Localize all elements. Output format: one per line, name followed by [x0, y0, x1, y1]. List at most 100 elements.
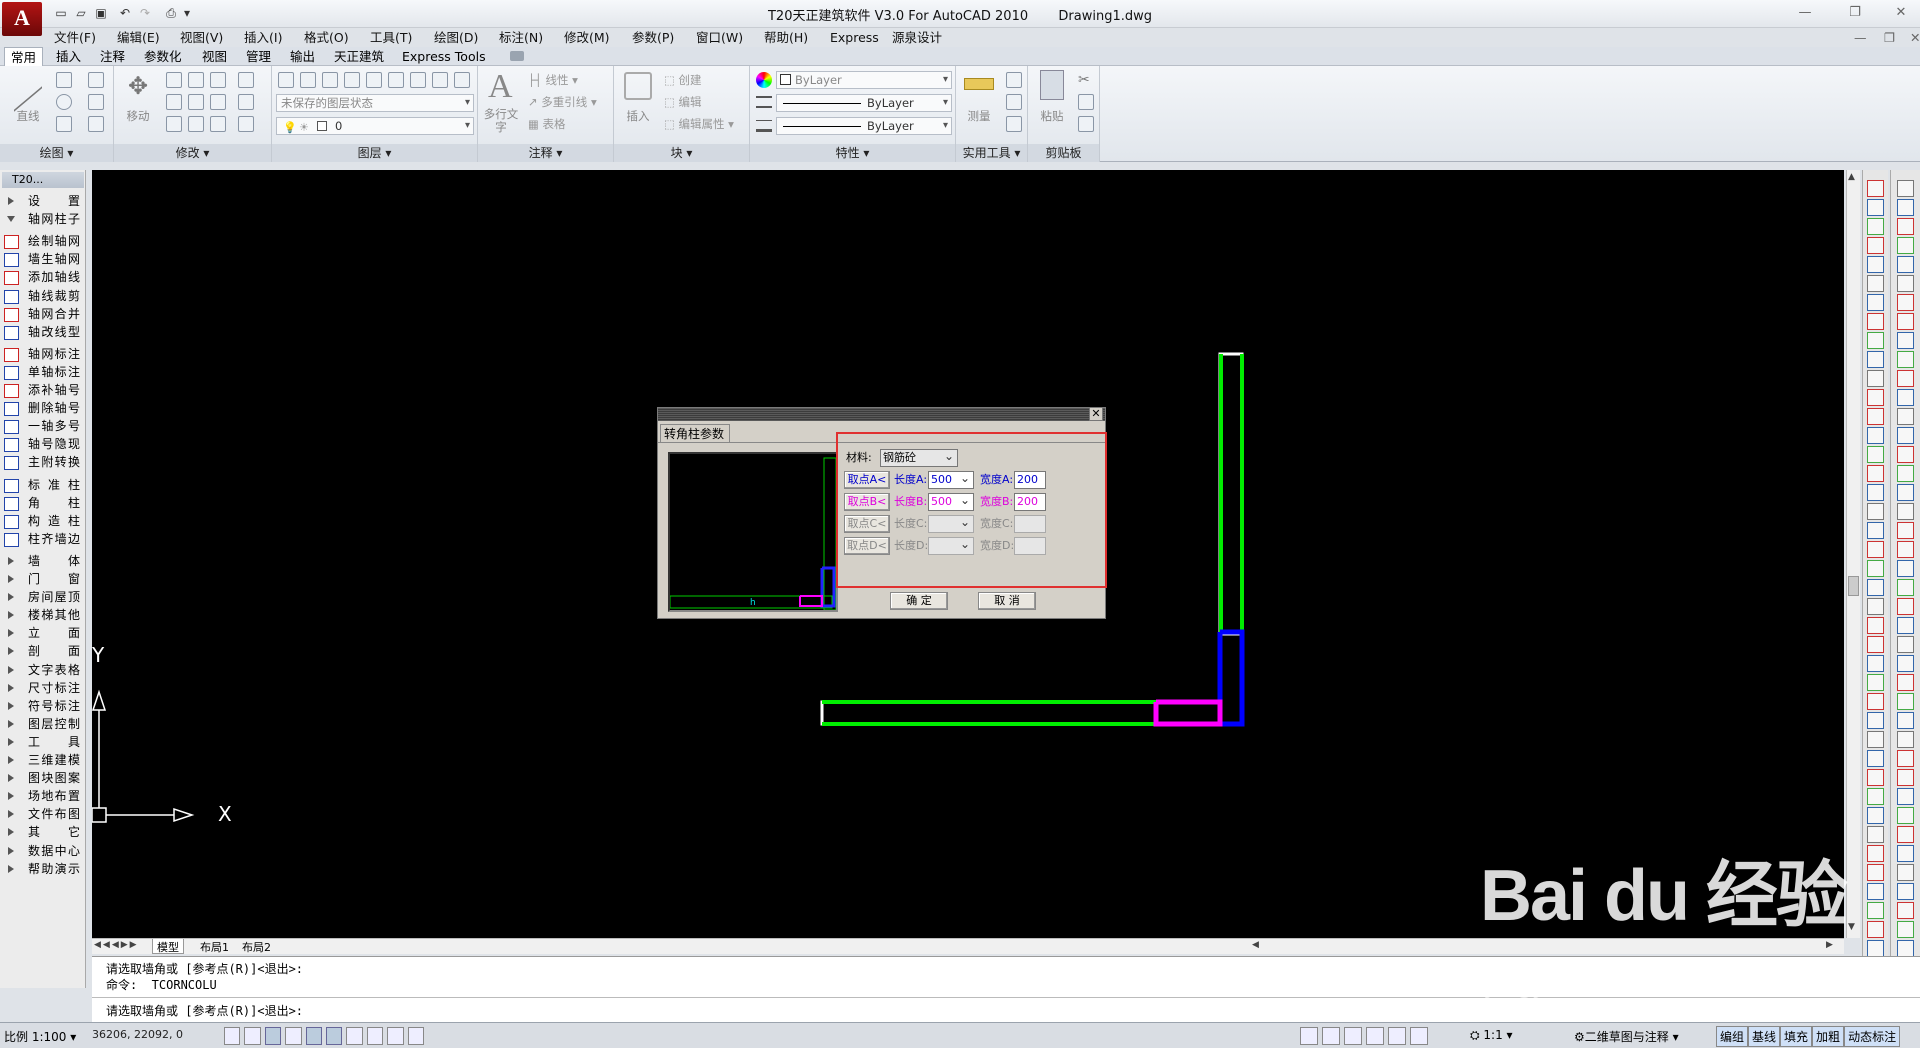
- copy-icon[interactable]: [1078, 94, 1094, 110]
- palette-item[interactable]: 柱齐墙边: [4, 530, 84, 548]
- tangent-tool-icon[interactable]: [1867, 256, 1884, 273]
- tangent-tool-icon[interactable]: [1897, 769, 1914, 786]
- osnap-toggle-icon[interactable]: [305, 1027, 323, 1045]
- tangent-tool-icon[interactable]: [1867, 940, 1884, 957]
- layer-prev-icon[interactable]: [432, 72, 448, 88]
- tangent-tool-icon[interactable]: [1897, 864, 1914, 881]
- palette-item[interactable]: 文字表格: [4, 661, 84, 679]
- tangent-tool-icon[interactable]: [1897, 332, 1914, 349]
- tangent-tool-icon[interactable]: [1867, 313, 1884, 330]
- tangent-tool-icon[interactable]: [1867, 845, 1884, 862]
- stretch-icon[interactable]: [238, 94, 254, 110]
- palette-item[interactable]: 帮助演示: [4, 860, 84, 878]
- mleader-button[interactable]: ↗ 多重引线 ▾: [528, 94, 597, 110]
- tangent-tool-icon[interactable]: [1897, 370, 1914, 387]
- palette-item[interactable]: 删除轴号: [4, 399, 84, 417]
- tangent-tool-icon[interactable]: [1897, 902, 1914, 919]
- layout-nav-icons[interactable]: ◀◀◀▶▶: [94, 940, 139, 950]
- pan-icon[interactable]: [1344, 1027, 1362, 1045]
- tangent-tool-icon[interactable]: [1897, 446, 1914, 463]
- tab-parametric[interactable]: 参数化: [138, 47, 188, 66]
- tangent-tool-icon[interactable]: [1897, 256, 1914, 273]
- tangent-tool-icon[interactable]: [1867, 655, 1884, 672]
- tangent-tool-icon[interactable]: [1897, 541, 1914, 558]
- tangent-tool-icon[interactable]: [1897, 408, 1914, 425]
- tangent-tool-icon[interactable]: [1897, 351, 1914, 368]
- panel-layers-title[interactable]: 图层 ▾: [272, 144, 477, 162]
- tab-model[interactable]: 模型: [152, 939, 184, 954]
- layer-walk-icon[interactable]: [454, 72, 470, 88]
- tangent-tool-icon[interactable]: [1867, 579, 1884, 596]
- tab-output[interactable]: 输出: [284, 47, 321, 66]
- tangent-tool-icon[interactable]: [1867, 408, 1884, 425]
- tangent-tool-icon[interactable]: [1867, 636, 1884, 653]
- calculator-icon[interactable]: [1006, 116, 1022, 132]
- quick-calc-icon[interactable]: [1006, 72, 1022, 88]
- rotate-icon[interactable]: [166, 72, 182, 88]
- toggle-bold[interactable]: 加粗: [1812, 1026, 1845, 1047]
- edit-attr-button[interactable]: ⬚ 编辑属性 ▾: [664, 116, 734, 132]
- tangent-tool-icon[interactable]: [1867, 617, 1884, 634]
- tangent-tool-icon[interactable]: [1867, 598, 1884, 615]
- linetype-select[interactable]: ByLayer: [776, 94, 952, 112]
- tangent-tool-icon[interactable]: [1867, 883, 1884, 900]
- pick-point-button[interactable]: 取点A<: [844, 471, 890, 489]
- tangent-tool-icon[interactable]: [1897, 294, 1914, 311]
- palette-item[interactable]: 轴改线型: [4, 323, 84, 341]
- tangent-tool-icon[interactable]: [1897, 560, 1914, 577]
- menu-modify[interactable]: 修改(M): [564, 28, 610, 48]
- match-prop-icon[interactable]: [1078, 116, 1094, 132]
- redo-icon[interactable]: ↷: [136, 4, 154, 22]
- pick-point-button[interactable]: 取点D<: [844, 537, 890, 555]
- open-icon[interactable]: ▱: [72, 4, 90, 22]
- tangent-tool-icon[interactable]: [1897, 674, 1914, 691]
- tangent-tool-icon[interactable]: [1867, 560, 1884, 577]
- palette-item[interactable]: 一轴多号: [4, 417, 84, 435]
- menu-view[interactable]: 视图(V): [180, 28, 223, 48]
- polar-toggle-icon[interactable]: [285, 1027, 302, 1045]
- linear-dim-button[interactable]: ├┤ 线性 ▾: [528, 72, 578, 88]
- menu-yuanquan[interactable]: 源泉设计: [892, 28, 942, 48]
- tangent-tool-icon[interactable]: [1867, 389, 1884, 406]
- new-icon[interactable]: ▭: [52, 4, 70, 22]
- tab-layout1[interactable]: 布局1: [196, 939, 233, 954]
- layer-isolate-icon[interactable]: [344, 72, 360, 88]
- tangent-tool-icon[interactable]: [1897, 750, 1914, 767]
- length-input[interactable]: 500: [928, 470, 974, 489]
- width-input[interactable]: 200: [1014, 471, 1046, 489]
- paste-icon[interactable]: [1040, 70, 1064, 100]
- tangent-tool-icon[interactable]: [1867, 921, 1884, 938]
- tangent-tool-icon[interactable]: [1867, 503, 1884, 520]
- layer-current-select[interactable]: 💡 ☀ 0: [276, 117, 474, 135]
- panel-utilities-title[interactable]: 实用工具 ▾: [956, 144, 1027, 162]
- tangent-tool-icon[interactable]: [1897, 921, 1914, 938]
- tab-express-tools[interactable]: Express Tools: [396, 47, 492, 66]
- menu-dimension[interactable]: 标注(N): [499, 28, 543, 48]
- dialog-close-button[interactable]: ✕: [1089, 407, 1103, 421]
- layer-state-icon[interactable]: [300, 72, 316, 88]
- vscroll-thumb[interactable]: [1848, 576, 1859, 596]
- material-select[interactable]: 钢筋砼: [880, 448, 958, 467]
- palette-item[interactable]: 门 窗: [4, 570, 84, 588]
- ok-button[interactable]: 确 定: [890, 592, 948, 610]
- tangent-tool-icon[interactable]: [1897, 807, 1914, 824]
- tangent-tool-icon[interactable]: [1897, 389, 1914, 406]
- showmotion-icon[interactable]: [1410, 1027, 1428, 1045]
- layer-props-icon[interactable]: [278, 72, 294, 88]
- tangent-tool-icon[interactable]: [1897, 180, 1914, 197]
- palette-header[interactable]: T20...: [2, 172, 84, 188]
- otrack-toggle-icon[interactable]: [326, 1027, 343, 1045]
- explode-icon[interactable]: [210, 94, 226, 110]
- palette-item[interactable]: 设 置: [4, 192, 84, 210]
- save-icon[interactable]: ▣: [92, 4, 110, 22]
- hscroll-left-icon[interactable]: ◀: [1252, 940, 1259, 950]
- lineweight-select[interactable]: ByLayer: [776, 117, 952, 135]
- tab-tangent[interactable]: 天正建筑: [328, 47, 390, 66]
- tab-manage[interactable]: 管理: [240, 47, 277, 66]
- hatch-icon[interactable]: [88, 94, 104, 110]
- minimize-button[interactable]: —: [1792, 4, 1818, 22]
- tangent-tool-icon[interactable]: [1897, 427, 1914, 444]
- palette-item[interactable]: 符号标注: [4, 697, 84, 715]
- menu-edit[interactable]: 编辑(E): [117, 28, 160, 48]
- tangent-tool-icon[interactable]: [1867, 693, 1884, 710]
